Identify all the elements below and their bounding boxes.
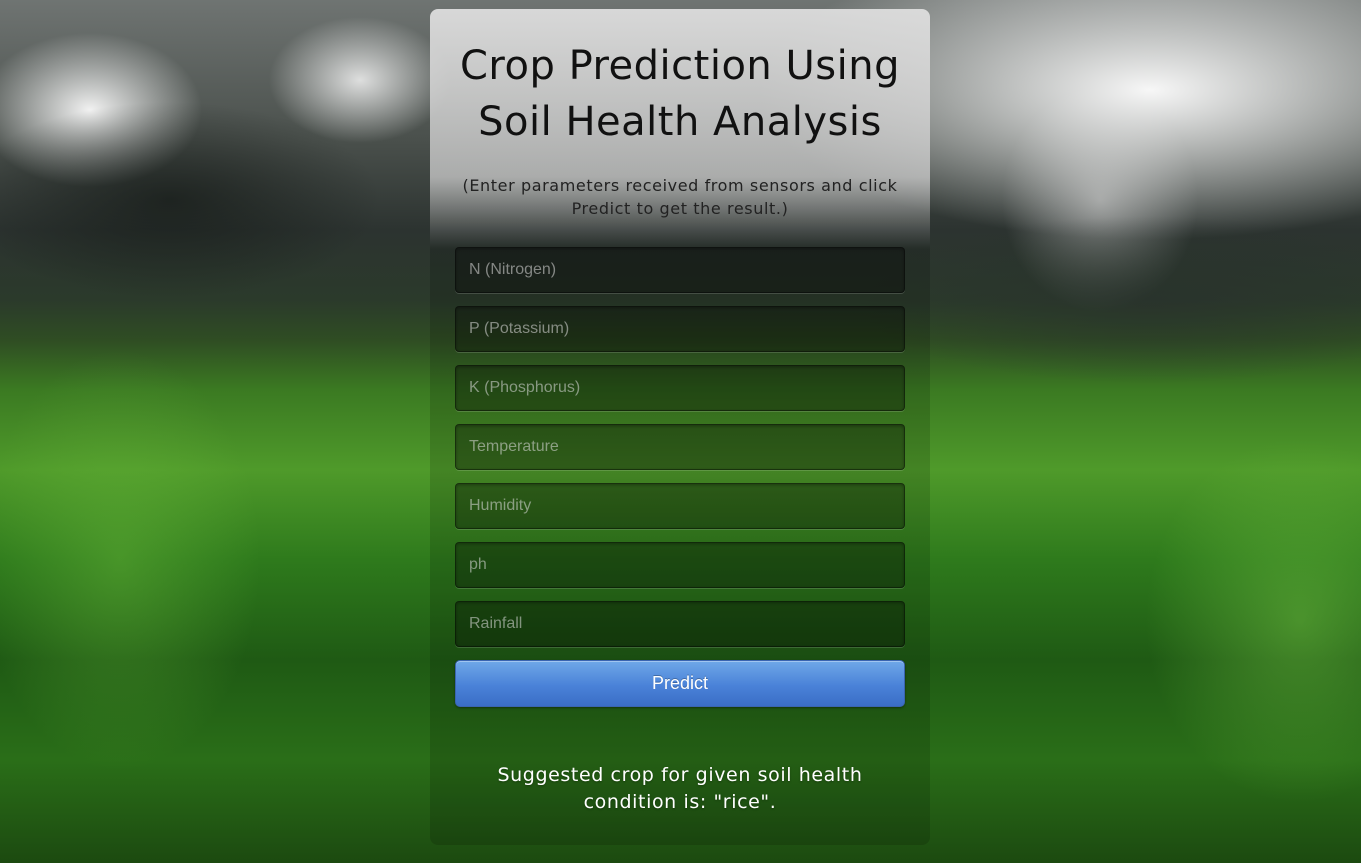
temperature-input[interactable] <box>455 424 905 470</box>
prediction-result-text: Suggested crop for given soil health con… <box>497 764 863 813</box>
potassium-input[interactable] <box>455 306 905 352</box>
predict-button[interactable]: Predict <box>455 660 905 707</box>
humidity-input[interactable] <box>455 483 905 529</box>
page-title: Crop Prediction Using Soil Health Analys… <box>460 43 900 145</box>
ph-input[interactable] <box>455 542 905 588</box>
instructions-text: (Enter parameters received from sensors … <box>462 176 898 218</box>
phosphorus-input[interactable] <box>455 365 905 411</box>
rainfall-input[interactable] <box>455 601 905 647</box>
nitrogen-input[interactable] <box>455 247 905 293</box>
